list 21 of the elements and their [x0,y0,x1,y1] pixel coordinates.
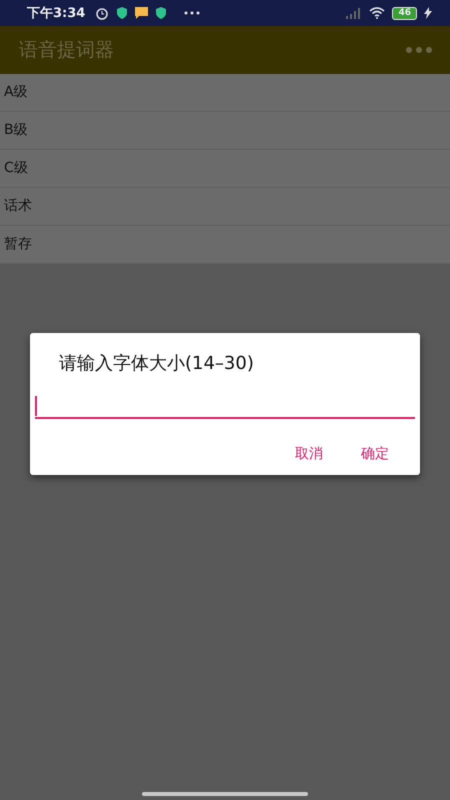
more-icon [184,11,200,15]
message-icon [135,7,148,19]
signal-icon [346,8,362,18]
dialog-title: 请输入字体大小(14–30) [58,352,255,376]
overflow-menu-icon[interactable] [406,47,432,53]
list-item[interactable]: 话术 [0,188,450,226]
app-title: 语音提词器 [19,38,114,63]
battery-indicator: 46 [392,6,417,20]
shield-icon [116,7,128,19]
list-item[interactable]: B级 [0,112,450,150]
wifi-icon [369,7,386,19]
status-time: 下午3:34 [27,5,86,22]
list-item[interactable]: A级 [0,74,450,112]
charging-icon [424,7,432,19]
list-item[interactable]: 暂存 [0,226,450,264]
shield-icon [155,7,168,19]
input-field[interactable] [35,395,415,419]
alarm-clock-icon [95,6,110,20]
dialog-button[interactable]: 确定 [347,439,403,469]
list-item[interactable]: C级 [0,150,450,188]
dialog-button[interactable]: 取消 [281,439,337,469]
